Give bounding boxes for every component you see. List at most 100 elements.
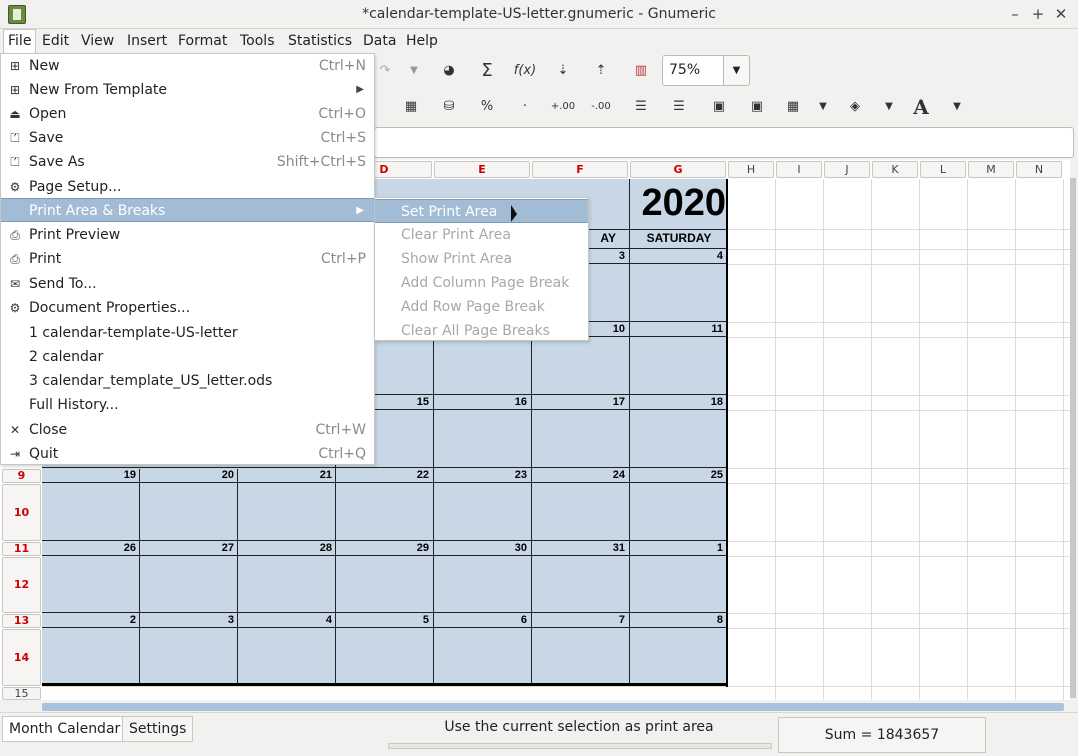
font-color-icon[interactable]: A bbox=[908, 95, 934, 119]
column-header[interactable]: E bbox=[434, 161, 530, 178]
row-header[interactable]: 13 bbox=[2, 614, 41, 628]
borders-dropdown-icon[interactable]: ▼ bbox=[810, 95, 836, 119]
increase-decimals-icon[interactable]: +.00 bbox=[550, 95, 576, 119]
column-header[interactable]: H bbox=[728, 161, 774, 178]
redo-icon[interactable]: ↷ bbox=[372, 59, 398, 83]
currency-format-icon[interactable]: ⛁ bbox=[436, 95, 462, 119]
add-column-page-break-item[interactable]: Add Column Page Break bbox=[375, 271, 588, 295]
graph-guru-icon[interactable]: ◕ bbox=[436, 59, 462, 83]
menu-help[interactable]: Help bbox=[402, 29, 442, 53]
menu-format[interactable]: Format bbox=[174, 29, 231, 53]
column-header[interactable]: M bbox=[968, 161, 1014, 178]
sort-ascending-icon[interactable]: ⇡ bbox=[588, 59, 614, 83]
file-menu-send-to[interactable]: ✉ Send To... bbox=[1, 272, 374, 296]
print-icon: ⎙ bbox=[10, 252, 20, 266]
sort-descending-icon[interactable]: ⇣ bbox=[550, 59, 576, 83]
horizontal-scrollbar[interactable] bbox=[42, 703, 1064, 711]
percent-format-icon[interactable]: % bbox=[474, 95, 500, 119]
superscript-icon[interactable]: ▣ bbox=[706, 95, 732, 119]
file-menu-open[interactable]: ⏏ Open Ctrl+O bbox=[1, 102, 374, 126]
menu-tools[interactable]: Tools bbox=[236, 29, 279, 53]
maximize-button[interactable]: + bbox=[1028, 4, 1048, 24]
row-header[interactable]: 9 bbox=[2, 469, 41, 483]
file-menu-new[interactable]: ⊞ New Ctrl+N bbox=[1, 54, 374, 78]
file-menu-quit[interactable]: ⇥ Quit Ctrl+Q bbox=[1, 442, 374, 466]
row-header[interactable]: 10 bbox=[2, 484, 41, 541]
merge-cells-icon[interactable]: ▦ bbox=[398, 95, 424, 119]
set-print-area-item[interactable]: Set Print Area bbox=[375, 199, 588, 223]
status-progress-bar bbox=[388, 743, 772, 749]
row-header[interactable]: 15 bbox=[2, 687, 41, 700]
row-header[interactable]: 11 bbox=[2, 542, 41, 556]
file-menu-print[interactable]: ⎙ Print Ctrl+P bbox=[1, 247, 374, 271]
day-number: 8 bbox=[716, 614, 723, 626]
font-color-dropdown-icon[interactable]: ▼ bbox=[944, 95, 970, 119]
borders-icon[interactable]: ▦ bbox=[780, 95, 806, 119]
close-window-button[interactable]: ✕ bbox=[1051, 4, 1071, 24]
column-header[interactable]: L bbox=[920, 161, 966, 178]
menu-edit[interactable]: Edit bbox=[38, 29, 73, 53]
day-number: 6 bbox=[520, 614, 527, 626]
background-color-icon[interactable]: ◈ bbox=[842, 95, 868, 119]
column-header[interactable]: I bbox=[776, 161, 822, 178]
file-menu-page-setup[interactable]: ⚙ Page Setup... bbox=[1, 175, 374, 199]
row-header[interactable]: 12 bbox=[2, 557, 41, 613]
menu-view[interactable]: View bbox=[77, 29, 118, 53]
day-number: 3 bbox=[227, 614, 234, 626]
increase-indent-icon[interactable]: ☰ bbox=[666, 95, 692, 119]
column-header[interactable]: N bbox=[1016, 161, 1062, 178]
window-title: *calendar-template-US-letter.gnumeric - … bbox=[362, 6, 716, 22]
menu-file[interactable]: File bbox=[3, 29, 37, 53]
vertical-scrollbar[interactable] bbox=[1070, 178, 1076, 698]
day-number: 18 bbox=[710, 396, 723, 408]
menu-data[interactable]: Data bbox=[359, 29, 400, 53]
file-menu-full-history[interactable]: Full History... bbox=[1, 393, 374, 417]
day-number: 19 bbox=[123, 469, 136, 481]
decrease-indent-icon[interactable]: ☰ bbox=[628, 95, 654, 119]
day-number: 28 bbox=[319, 542, 332, 554]
file-menu-recent-1[interactable]: 1 calendar-template-US-letter bbox=[1, 321, 374, 345]
formula-input[interactable] bbox=[374, 127, 1074, 158]
menu-insert[interactable]: Insert bbox=[123, 29, 171, 53]
file-menu-recent-2[interactable]: 2 calendar bbox=[1, 345, 374, 369]
day-number: 24 bbox=[612, 469, 625, 481]
add-row-page-break-item[interactable]: Add Row Page Break bbox=[375, 295, 588, 319]
tab-month-calendar[interactable]: Month Calendar bbox=[2, 716, 128, 742]
file-menu-recent-3[interactable]: 3 calendar_template_US_letter.ods bbox=[1, 369, 374, 393]
redo-dropdown-icon[interactable]: ▼ bbox=[401, 59, 427, 83]
column-header[interactable]: K bbox=[872, 161, 918, 178]
file-menu-print-preview[interactable]: ⎙ Print Preview bbox=[1, 223, 374, 247]
sum-icon[interactable]: Σ bbox=[474, 59, 500, 83]
subscript-icon[interactable]: ▣ bbox=[744, 95, 770, 119]
zoom-dropdown-icon[interactable]: ▼ bbox=[723, 55, 750, 86]
day-number: 23 bbox=[514, 469, 527, 481]
clear-print-area-item[interactable]: Clear Print Area bbox=[375, 223, 588, 247]
row-header[interactable]: 14 bbox=[2, 629, 41, 686]
column-header[interactable]: F bbox=[532, 161, 628, 178]
tab-settings[interactable]: Settings bbox=[122, 716, 194, 742]
clear-all-page-breaks-item[interactable]: Clear All Page Breaks bbox=[375, 319, 588, 343]
column-header[interactable]: J bbox=[824, 161, 870, 178]
close-icon: ✕ bbox=[9, 423, 21, 437]
file-menu-save[interactable]: ⏍ Save Ctrl+S bbox=[1, 126, 374, 150]
file-menu-document-properties[interactable]: ⚙ Document Properties... bbox=[1, 296, 374, 320]
insert-chart-icon[interactable]: ▥ bbox=[628, 59, 654, 83]
minimize-button[interactable]: – bbox=[1005, 4, 1025, 24]
function-wizard-icon[interactable]: f(x) bbox=[512, 59, 538, 83]
background-dropdown-icon[interactable]: ▼ bbox=[876, 95, 902, 119]
file-menu-print-area-breaks[interactable]: Print Area & Breaks ▶ bbox=[1, 198, 374, 222]
show-print-area-item[interactable]: Show Print Area bbox=[375, 247, 588, 271]
decrease-decimals-icon[interactable]: -.00 bbox=[588, 95, 614, 119]
column-header[interactable]: G bbox=[630, 161, 726, 178]
day-number: 4 bbox=[325, 614, 332, 626]
day-number: 11 bbox=[711, 323, 723, 335]
file-menu-close[interactable]: ✕ Close Ctrl+W bbox=[1, 418, 374, 442]
day-number: 30 bbox=[514, 542, 527, 554]
menu-statistics[interactable]: Statistics bbox=[284, 29, 356, 53]
file-menu-new-from-template[interactable]: ⊞ New From Template ▶ bbox=[1, 78, 374, 102]
day-number: 2 bbox=[129, 614, 136, 626]
print-preview-icon: ⎙ bbox=[10, 228, 20, 242]
zoom-input[interactable]: 75% bbox=[662, 55, 724, 86]
file-menu-save-as[interactable]: ⏍ Save As Shift+Ctrl+S bbox=[1, 150, 374, 174]
thousands-separator-icon[interactable]: · bbox=[512, 95, 538, 119]
